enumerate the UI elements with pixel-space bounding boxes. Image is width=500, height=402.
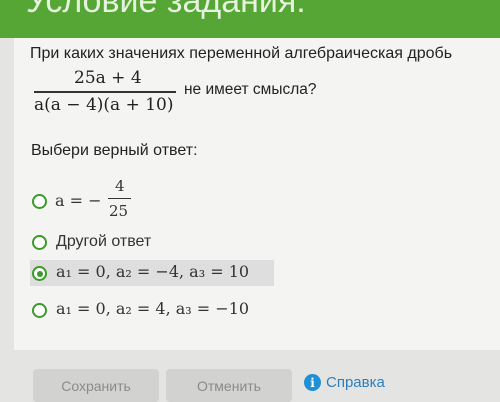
option-1-numerator: 4 bbox=[115, 177, 125, 195]
option-3-label: a₁ = 0, a₂ = −4, a₃ = 10 bbox=[56, 262, 250, 281]
question-tail: не имеет смысла? bbox=[184, 81, 317, 98]
cancel-button[interactable]: Отменить bbox=[166, 369, 292, 402]
save-button[interactable]: Сохранить bbox=[33, 369, 159, 402]
question-text: При каких значениях переменной алгебраич… bbox=[30, 45, 453, 62]
option-4-radio[interactable] bbox=[32, 303, 47, 318]
help-link[interactable]: i Справка bbox=[304, 374, 385, 391]
answer-prompt: Выбери верный ответ: bbox=[31, 142, 198, 159]
header-bar: Условие задания: bbox=[0, 0, 500, 38]
option-1-fraction-bar bbox=[108, 198, 131, 200]
info-icon: i bbox=[304, 374, 321, 391]
option-1-prefix: a = − bbox=[55, 191, 102, 210]
help-label: Справка bbox=[326, 374, 385, 391]
option-3-radio[interactable] bbox=[32, 266, 47, 281]
option-2-radio[interactable] bbox=[32, 235, 47, 250]
fraction-denominator: a(a − 4)(a + 10) bbox=[34, 95, 174, 115]
fraction-numerator: 25a + 4 bbox=[74, 68, 142, 88]
option-1-denominator: 25 bbox=[109, 202, 129, 220]
option-1-radio[interactable] bbox=[32, 194, 47, 209]
option-4-label: a₁ = 0, a₂ = 4, a₃ = −10 bbox=[56, 299, 250, 318]
option-2-label: Другой ответ bbox=[56, 233, 152, 250]
header-title: Условие задания: bbox=[26, 0, 306, 20]
fraction-bar bbox=[34, 91, 176, 93]
